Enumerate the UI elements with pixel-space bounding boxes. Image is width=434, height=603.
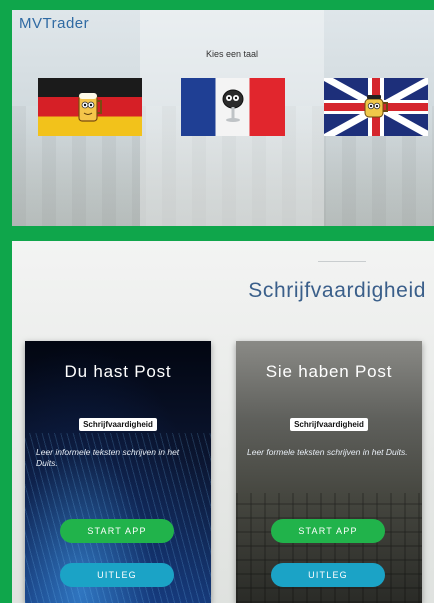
section-divider: [318, 261, 366, 262]
card-badge: Schrijfvaardigheid: [25, 414, 211, 432]
choose-language-label: Kies een taal: [205, 49, 259, 59]
brand-logo: MVTrader: [19, 15, 90, 32]
app-card-du-hast-post: Du hast Post Schrijfvaardigheid Leer inf…: [25, 341, 211, 603]
card-title: Sie haben Post: [265, 362, 393, 381]
british-flag[interactable]: [324, 78, 428, 136]
start-app-button[interactable]: START APP: [60, 519, 174, 543]
card-description: Leer formele teksten schrijven in het Du…: [247, 447, 408, 457]
wine-glass-mascot-icon: [222, 89, 244, 122]
badge-label: Schrijfvaardigheid: [79, 418, 157, 431]
app-card-sie-haben-post: Sie haben Post Schrijfvaardigheid Leer f…: [236, 341, 422, 603]
language-panel: MVTrader Kies een taal: [12, 10, 434, 226]
info-button[interactable]: UITLEG: [60, 563, 174, 587]
start-app-button[interactable]: START APP: [271, 519, 385, 543]
german-flag[interactable]: [38, 78, 142, 136]
skills-section: Schrijfvaardigheid Du hast Post Schrijfv…: [12, 241, 434, 603]
info-button[interactable]: UITLEG: [271, 563, 385, 587]
french-flag[interactable]: [181, 78, 285, 136]
card-title: Du hast Post: [64, 362, 172, 381]
badge-label: Schrijfvaardigheid: [290, 418, 368, 431]
tea-cup-mascot-icon: [364, 95, 388, 118]
beer-mascot-icon: [78, 93, 102, 122]
card-badge: Schrijfvaardigheid: [236, 414, 422, 432]
card-description: Leer informele teksten schrijven in het …: [36, 447, 180, 468]
section-title: Schrijfvaardigheid: [248, 279, 426, 302]
